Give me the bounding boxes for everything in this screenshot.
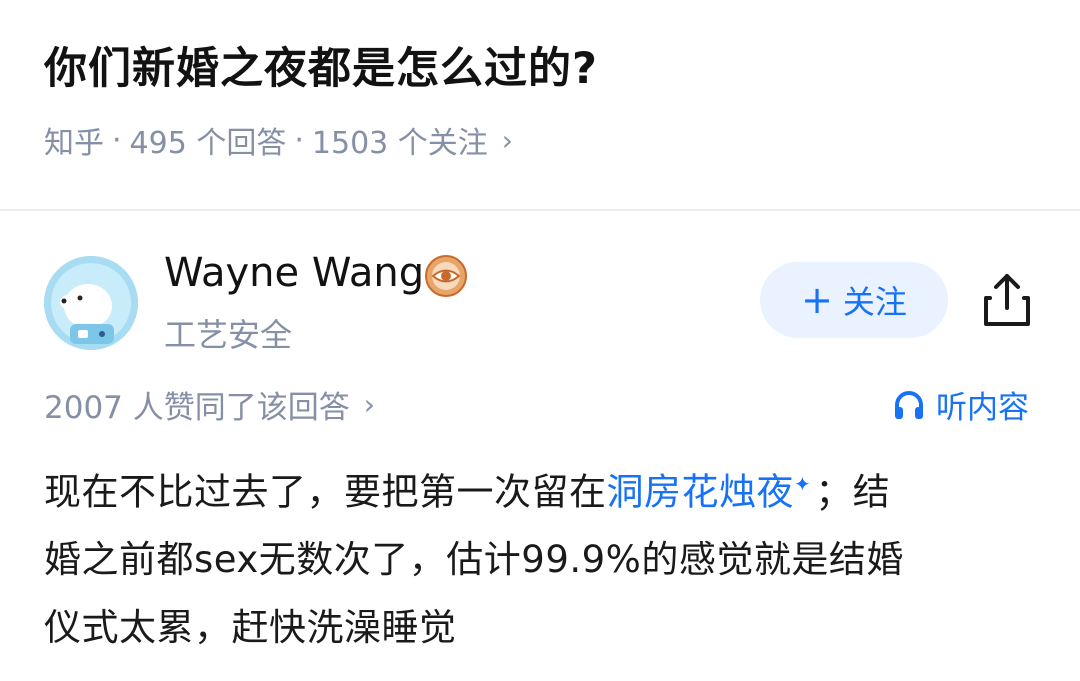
- divider: [0, 209, 1080, 211]
- answer-text: 现在不比过去了，要把第一次留在: [44, 470, 607, 514]
- share-icon: [984, 274, 1030, 326]
- answer-line: 现在不比过去了，要把第一次留在洞房花烛夜✦ ；结: [44, 450, 1044, 526]
- follower-count: 1503 个关注: [311, 126, 488, 161]
- source-label: 知乎: [44, 126, 104, 161]
- follow-button[interactable]: + 关注: [760, 262, 948, 338]
- listen-button[interactable]: 听内容: [892, 382, 1029, 427]
- answer-text: ；结: [815, 470, 891, 514]
- author-name[interactable]: Wayne Wang: [164, 250, 424, 296]
- polar-bear-astronaut-avatar: [44, 256, 138, 350]
- vote-summary[interactable]: 2007 人赞同了该回答 ›: [44, 382, 375, 427]
- chevron-right-icon: ›: [363, 388, 375, 421]
- share-button[interactable]: [978, 270, 1036, 330]
- topic-link[interactable]: 洞房花烛夜: [607, 470, 795, 513]
- separator: ·: [294, 122, 304, 158]
- answer-line: 仪式太累，赶快洗澡睡觉: [44, 606, 457, 650]
- headphones-icon: [895, 390, 923, 419]
- avatar[interactable]: [44, 256, 138, 350]
- eye-badge-icon: [424, 254, 468, 298]
- separator: ·: [112, 122, 122, 158]
- sparkle-icon: ✦: [794, 472, 812, 496]
- vote-count: 2007 人赞同了该回答: [44, 390, 350, 426]
- question-meta[interactable]: 知乎 · 495 个回答 · 1503 个关注 ›: [44, 118, 513, 162]
- question-title[interactable]: 你们新婚之夜都是怎么过的?: [44, 34, 598, 96]
- answer-line: 婚之前都sex无数次了，估计99.9%的感觉就是结婚: [44, 538, 904, 582]
- answer-content[interactable]: 现在不比过去了，要把第一次留在洞房花烛夜✦ ；结 婚之前都sex无数次了，估计99…: [44, 450, 1044, 662]
- plus-icon: +: [801, 278, 833, 322]
- chevron-right-icon: ›: [501, 123, 513, 157]
- listen-label: 听内容: [936, 390, 1029, 426]
- follow-label: 关注: [842, 283, 907, 321]
- author-description: 工艺安全: [164, 316, 293, 354]
- answer-count: 495 个回答: [129, 126, 287, 161]
